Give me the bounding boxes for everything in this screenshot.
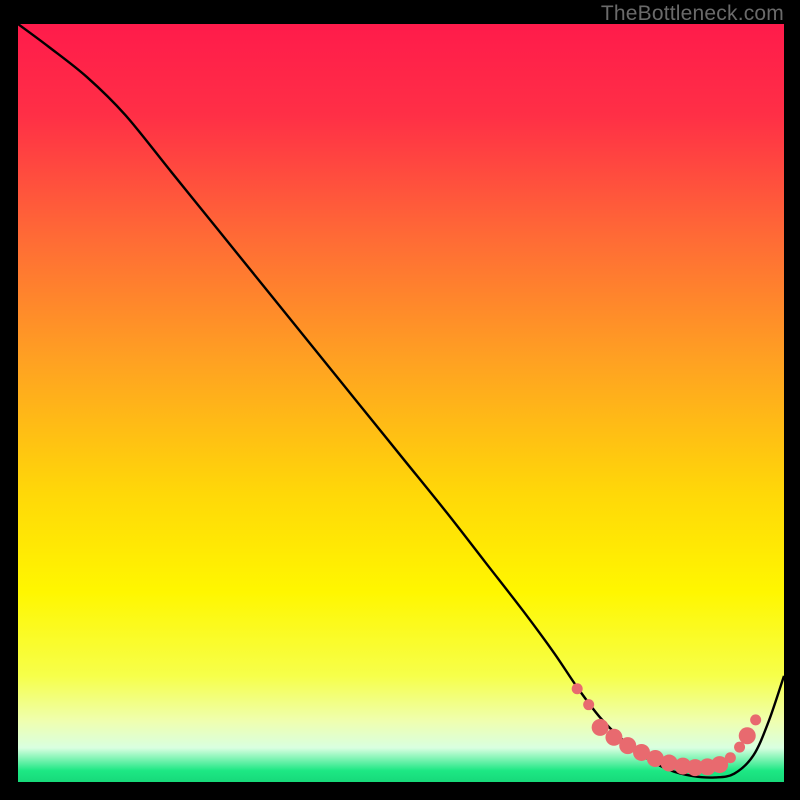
highlight-dot	[739, 727, 756, 744]
highlight-dot	[583, 699, 594, 710]
highlight-dot	[572, 683, 583, 694]
bottleneck-curve	[18, 24, 784, 778]
highlight-dot	[592, 719, 609, 736]
watermark-text: TheBottleneck.com	[601, 2, 784, 26]
chart-overlay	[18, 24, 784, 782]
highlight-dot	[750, 714, 761, 725]
chart-plot-area	[18, 24, 784, 782]
highlight-dot	[725, 752, 736, 763]
highlight-dots-group	[572, 683, 761, 776]
